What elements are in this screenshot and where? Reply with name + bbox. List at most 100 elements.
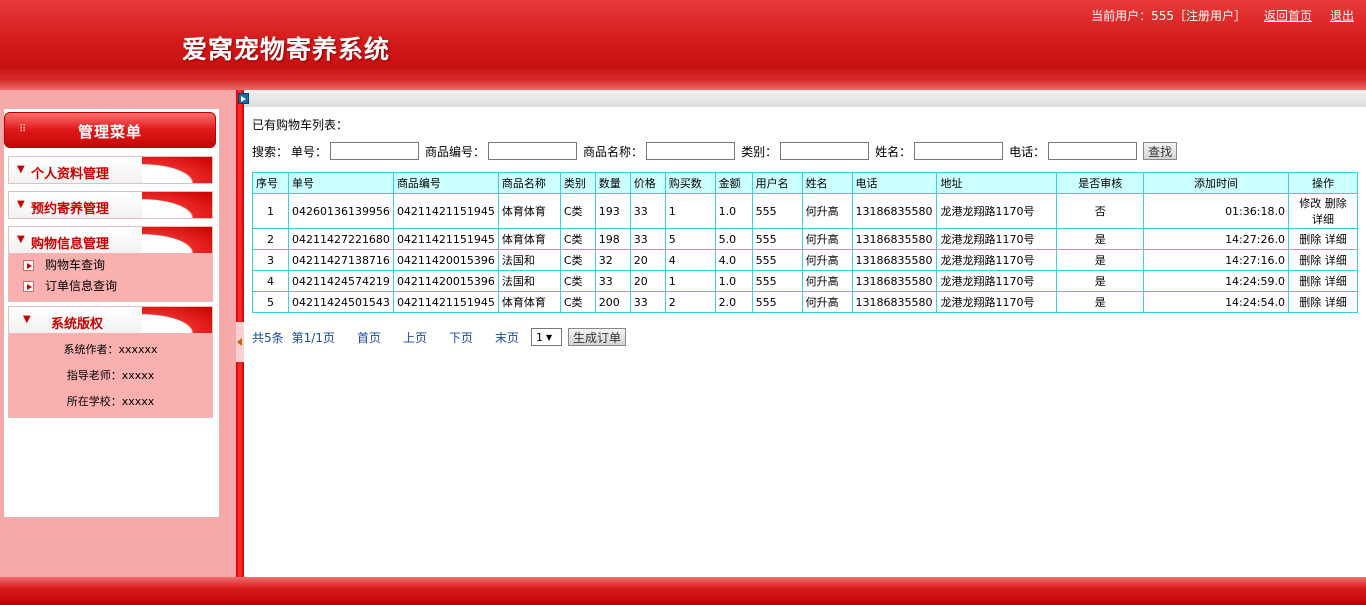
search-button[interactable]: 查找 [1143,142,1178,160]
group-title-profile[interactable]: ▼ 个人资料管理 [9,157,212,183]
pagination: 共5条 第1/1页 首页 上页 下页 末页 1 ▼ 生成订单 [252,328,627,346]
cell-goods-no: 04211421151945 [392,291,499,313]
column-header: 单号 [287,172,394,194]
triangle-down-icon: ▼ [17,199,25,210]
detail-link[interactable]: 详细 [1325,254,1347,267]
delete-link[interactable]: 删除 [1299,275,1321,288]
group-title-copyright[interactable]: ▼ 系统版权 [9,307,212,333]
page-select[interactable]: 1 ▼ [531,328,563,346]
sidebar-item-cart-query[interactable]: 购物车查询 [9,255,212,276]
column-header: 商品名称 [497,172,561,194]
sidebar-item-order-query[interactable]: 订单信息查询 [9,276,212,297]
phone-input[interactable] [1048,142,1138,160]
total-count: 共5条 [252,330,284,345]
tab-decoration [142,192,212,218]
page-select-value: 1 [536,330,544,344]
detail-link[interactable]: 详细 [1312,213,1334,226]
delete-link[interactable]: 删除 [1299,233,1321,246]
group-title-shopping[interactable]: ▼ 购物信息管理 [9,227,212,253]
prev-page-link[interactable]: 上页 [403,329,427,346]
menu-header: ⠿ 管理菜单 [4,112,216,148]
cell-goods-name: 法国和 [497,270,561,292]
logout-link[interactable]: 退出 [1330,7,1354,24]
cell-address: 龙港龙翔路1170号 [936,270,1058,292]
credit-teacher: 指导老师：xxxxx [66,369,155,382]
cell-goods-name: 体育体育 [497,193,561,229]
cell-price: 20 [629,249,666,271]
cell-phone: 13186835580 [851,193,938,229]
cell-buy: 5 [664,228,716,250]
collapse-sidebar-handle[interactable] [236,322,244,362]
cell-order-no: 04211424574219 [287,270,394,292]
cell-goods-name: 法国和 [497,249,561,271]
cell-category: C类 [559,270,596,292]
cart-table: 序号 单号 商品编号 商品名称 类别 数量 价格 购买数 金额 用户名 姓名 电… [252,172,1359,313]
order-no-input[interactable] [330,142,420,160]
cell-category: C类 [559,249,596,271]
search-label: 类别： [741,144,778,159]
table-row: 2 04211427221680 04211421151945 体育体育 C类 … [252,228,1359,250]
cell-category: C类 [559,228,596,250]
column-header: 用户名 [751,172,803,194]
cell-qty: 198 [594,228,631,250]
category-input[interactable] [780,142,870,160]
last-page-link[interactable]: 末页 [495,329,519,346]
cell-goods-name: 体育体育 [497,291,561,313]
cell-amount: 5.0 [714,228,753,250]
cell-user: 555 [751,193,803,229]
home-link[interactable]: 返回首页 [1264,7,1312,24]
sidebar-item-label: 购物车查询 [45,258,106,272]
cell-time: 01:36:18.0 [1143,193,1289,229]
delete-link[interactable]: 删除 [1325,197,1347,210]
name-input[interactable] [914,142,1004,160]
generate-order-button[interactable]: 生成订单 [568,328,627,346]
column-header: 电话 [851,172,938,194]
page-footer [0,577,1366,605]
arrow-right-icon [23,260,34,271]
cell-price: 33 [629,228,666,250]
main-toolbar [238,90,1366,107]
cell-amount: 4.0 [714,249,753,271]
table-row: 4 04211424574219 04211420015396 法国和 C类 3… [252,270,1359,292]
cell-amount: 1.0 [714,193,753,229]
table-row: 5 04211424501543 04211421151945 体育体育 C类 … [252,291,1359,313]
first-page-link[interactable]: 首页 [357,329,381,346]
page-header: 爱窝宠物寄养系统 当前用户：555［注册用户］ 返回首页 退出 [0,0,1366,90]
cell-buy: 2 [664,291,716,313]
cell-user: 555 [751,249,803,271]
edit-link[interactable]: 修改 [1299,197,1321,210]
group-body: 购物车查询 订单信息查询 [9,253,212,301]
cell-amount: 2.0 [714,291,753,313]
delete-link[interactable]: 删除 [1299,254,1321,267]
column-header: 类别 [559,172,596,194]
column-header: 添加时间 [1143,172,1289,194]
column-header: 序号 [252,172,289,194]
cell-user: 555 [751,270,803,292]
triangle-down-icon: ▼ [23,314,31,325]
credit-school: 所在学校：xxxxx [66,395,155,408]
cell-goods-no: 04211420015396 [392,270,499,292]
cell-order-no: 04211427221680 [287,228,394,250]
detail-link[interactable]: 详细 [1325,233,1347,246]
cell-phone: 13186835580 [851,291,938,313]
cell-qty: 200 [594,291,631,313]
cell-goods-no: 04211421151945 [392,228,499,250]
arrow-right-icon[interactable] [238,93,249,104]
detail-link[interactable]: 详细 [1325,296,1347,309]
cell-qty: 33 [594,270,631,292]
delete-link[interactable]: 删除 [1299,296,1321,309]
goods-name-input[interactable] [646,142,736,160]
cell-name: 何升高 [801,228,853,250]
detail-link[interactable]: 详细 [1325,275,1347,288]
menu-group-copyright: ▼ 系统版权 系统作者：xxxxxx 指导老师：xxxxx 所在学校：xxxxx [8,306,213,418]
group-title-booking[interactable]: ▼ 预约寄养管理 [9,192,212,218]
column-header: 商品编号 [392,172,499,194]
cell-buy: 1 [664,193,716,229]
cell-qty: 193 [594,193,631,229]
tab-decoration [142,227,212,253]
cell-buy: 4 [664,249,716,271]
cell-amount: 1.0 [714,270,753,292]
next-page-link[interactable]: 下页 [449,329,473,346]
column-header: 是否审核 [1056,172,1145,194]
goods-no-input[interactable] [488,142,578,160]
